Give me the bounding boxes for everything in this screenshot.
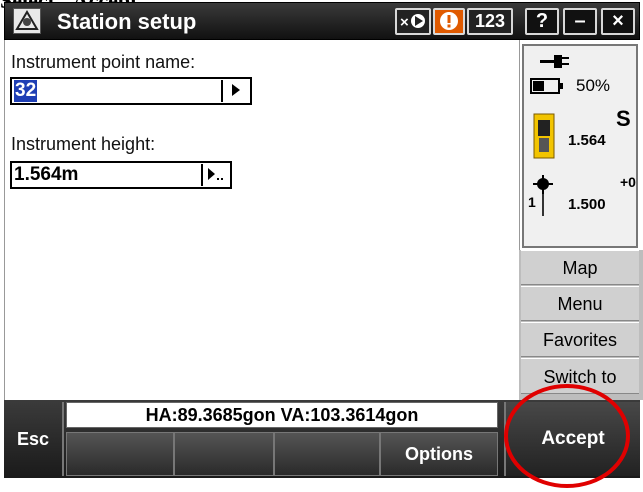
target-number: 1 <box>528 194 536 210</box>
map-button[interactable]: Map <box>521 250 639 285</box>
battery-level: 50% <box>576 76 611 95</box>
angle-readout: HA:89.3685gon VA:103.3614gon <box>66 402 498 428</box>
total-station-icon <box>533 113 555 159</box>
height-value[interactable]: 1.564m <box>14 164 78 186</box>
height-field[interactable]: 1.564m <box>10 161 232 189</box>
point-name-field[interactable]: 32 <box>10 77 252 105</box>
options-button[interactable]: Options <box>380 432 498 476</box>
face-indicator: S <box>616 106 631 131</box>
prism-offset: +0 <box>620 174 636 190</box>
switch-to-button[interactable]: Switch to <box>521 358 639 394</box>
window-title: Station setup <box>57 9 197 34</box>
height-popup-button[interactable] <box>201 164 229 186</box>
point-name-value[interactable]: 32 <box>14 80 38 102</box>
popup-arrow-icon <box>208 168 223 180</box>
accept-button[interactable]: Accept <box>504 402 640 476</box>
instrument-app-icon[interactable] <box>13 8 41 34</box>
height-label: Instrument height: <box>11 134 156 154</box>
power-plug-icon <box>540 55 569 68</box>
instrument-status-panel[interactable]: 50% S 1.564 +0 1 1.500 <box>522 44 638 248</box>
help-button[interactable]: ? <box>525 8 559 35</box>
close-button[interactable]: × <box>601 8 635 35</box>
softkey-slot-3[interactable] <box>274 432 380 476</box>
play-arrow-icon <box>232 84 240 96</box>
menu-button[interactable]: Menu <box>521 286 639 321</box>
minimize-button[interactable]: – <box>563 8 597 35</box>
softkey-slot-1[interactable] <box>66 432 174 476</box>
form-panel: Instrument point name: 32 Instrument hei… <box>4 40 520 400</box>
softkey-slot-2[interactable] <box>174 432 274 476</box>
warning-icon[interactable] <box>433 8 465 35</box>
title-bar: Station setup × 123 ? – × <box>4 2 640 40</box>
instrument-height-readout: 1.564 <box>568 132 606 149</box>
favorites-button[interactable]: Favorites <box>521 322 639 357</box>
svg-text:×: × <box>400 14 409 31</box>
point-name-arrow-button[interactable] <box>221 80 249 102</box>
prism-pole-icon <box>542 194 544 216</box>
laser-pointer-icon[interactable]: × <box>395 8 431 35</box>
battery-icon <box>530 78 563 94</box>
input-mode-badge[interactable]: 123 <box>467 8 513 35</box>
target-height-readout: 1.500 <box>568 196 606 213</box>
point-name-label: Instrument point name: <box>11 52 196 72</box>
esc-button[interactable]: Esc <box>4 402 64 476</box>
